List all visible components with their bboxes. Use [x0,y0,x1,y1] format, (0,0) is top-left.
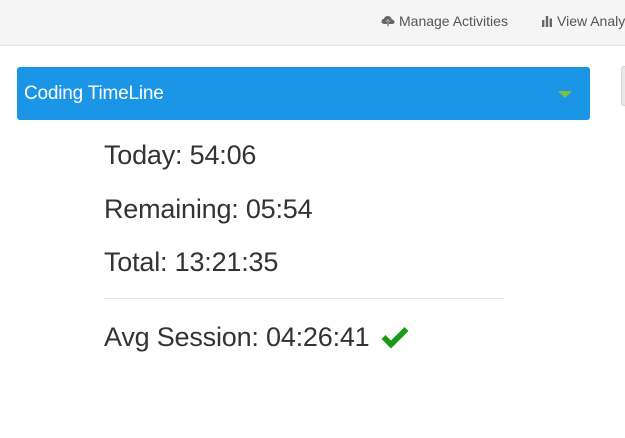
remaining-stat: Remaining: 05:54 [104,194,313,224]
checkmark-icon [380,326,410,350]
today-stat: Today: 54:06 [104,140,257,170]
caret-down-icon[interactable] [558,91,572,98]
avg-session-stat: Avg Session: 04:26:41 [104,322,410,353]
view-analytics-label: View Analy [557,13,625,29]
side-panel-edge [621,66,625,106]
manage-activities-label: Manage Activities [399,13,508,29]
total-stat: Total: 13:21:35 [104,247,279,277]
panel-title: Coding TimeLine [24,83,164,104]
top-navbar: Manage Activities View Analy [0,0,625,46]
coding-timeline-panel-header[interactable]: Coding TimeLine [17,67,590,120]
manage-activities-link[interactable]: Manage Activities [381,13,508,29]
bar-chart-icon [541,15,553,27]
cloud-upload-icon [381,15,395,27]
view-analytics-link[interactable]: View Analy [541,13,625,29]
divider [104,298,504,299]
avg-session-label: Avg Session: 04:26:41 [104,322,370,352]
